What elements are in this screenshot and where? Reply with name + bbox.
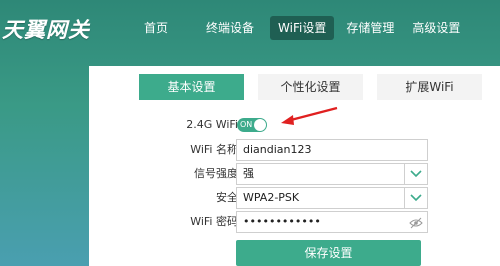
nav-item-storage[interactable]: 存储管理 <box>340 16 400 40</box>
tab-bar: 基本设置 个性化设置 扩展WiFi <box>139 74 496 100</box>
password-label: WiFi 密码 <box>190 215 238 228</box>
tab-basic-settings[interactable]: 基本设置 <box>139 74 244 100</box>
nav-item-wifi-settings[interactable]: WiFi设置 <box>270 16 335 40</box>
tab-personalization[interactable]: 个性化设置 <box>258 74 363 100</box>
nav-item-advanced[interactable]: 高级设置 <box>406 16 466 40</box>
wifi-24g-label: 2.4G WiFi <box>186 118 238 131</box>
chevron-down-icon[interactable] <box>404 164 427 184</box>
chevron-down-icon[interactable] <box>404 188 427 208</box>
signal-label: 信号强度 <box>194 167 238 180</box>
tab-extend-wifi[interactable]: 扩展WiFi <box>377 74 482 100</box>
wifi-24g-toggle[interactable]: ON <box>237 118 267 132</box>
eye-slash-icon[interactable] <box>409 216 423 236</box>
row-ssid: WiFi 名称 diandian123 <box>89 139 500 161</box>
ssid-input[interactable]: diandian123 <box>236 139 428 161</box>
main-nav: 首页 终端设备 WiFi设置 存储管理 高级设置 <box>130 16 472 40</box>
row-signal: 信号强度 强 <box>89 163 500 185</box>
ssid-label: WiFi 名称 <box>190 143 238 156</box>
security-select-value: WPA2-PSK <box>243 191 300 204</box>
password-value: •••••••••••• <box>243 215 321 228</box>
row-password: WiFi 密码 •••••••••••• <box>89 211 500 233</box>
signal-select-value: 强 <box>243 167 254 180</box>
toggle-knob <box>254 119 266 131</box>
toggle-state-text: ON <box>240 120 253 129</box>
security-select[interactable]: WPA2-PSK <box>236 187 428 209</box>
top-bar: 天翼网关 首页 终端设备 WiFi设置 存储管理 高级设置 <box>0 0 500 58</box>
settings-panel: 基本设置 个性化设置 扩展WiFi 2.4G WiFi ON WiFi 名称 d… <box>89 66 500 266</box>
save-settings-button[interactable]: 保存设置 <box>236 240 421 266</box>
nav-item-devices[interactable]: 终端设备 <box>200 16 260 40</box>
brand-logo: 天翼网关 <box>2 17 90 42</box>
password-input[interactable]: •••••••••••• <box>236 211 428 233</box>
signal-select[interactable]: 强 <box>236 163 428 185</box>
nav-item-home[interactable]: 首页 <box>138 16 174 40</box>
row-security: 安全 WPA2-PSK <box>89 187 500 209</box>
security-label: 安全 <box>216 191 238 204</box>
annotation-arrow-icon <box>281 106 338 125</box>
